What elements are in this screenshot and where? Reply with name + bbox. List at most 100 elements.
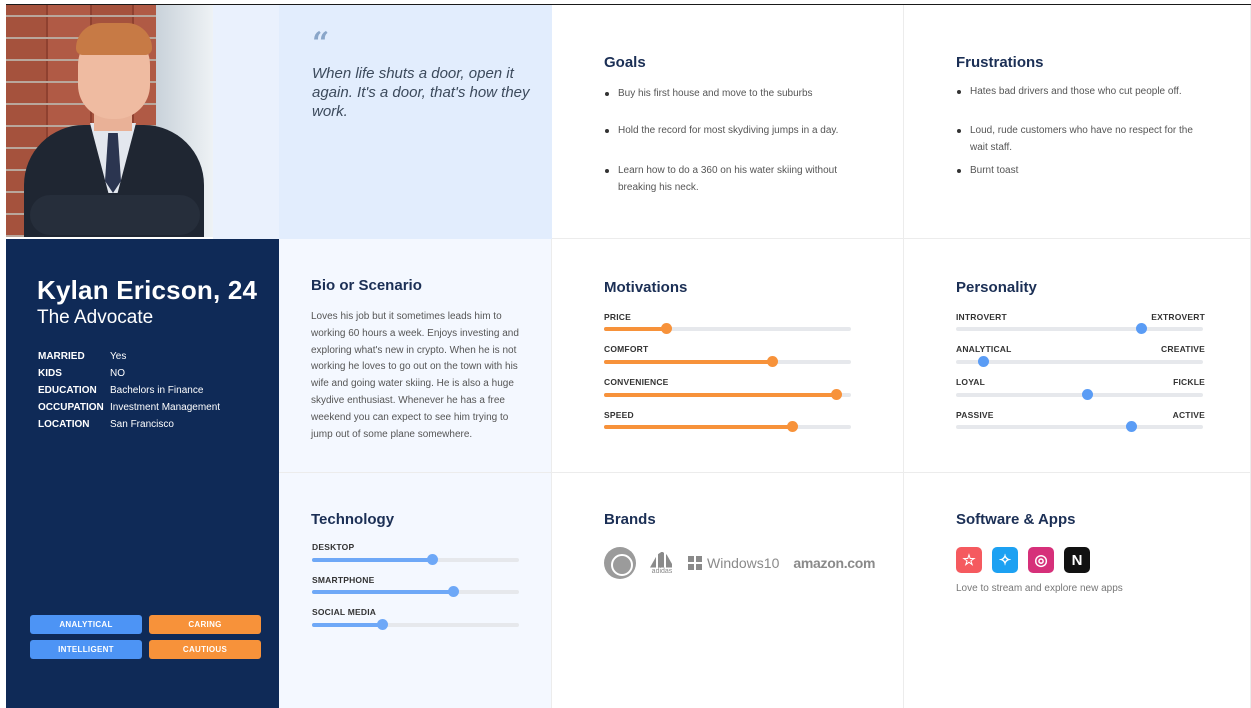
goal-item: Buy his first house and move to the subu…	[604, 85, 864, 122]
slider-knob[interactable]	[766, 356, 778, 367]
motivation-label: PRICE	[604, 312, 631, 322]
frustration-item: Loud, rude customers who have no respect…	[956, 122, 1211, 162]
slider-knob[interactable]	[660, 323, 672, 334]
trait-left-label: ANALYTICAL	[956, 344, 1012, 354]
windows-wordmark: Windows10	[707, 555, 780, 571]
slider-fill	[312, 623, 383, 627]
slider-fill	[604, 327, 666, 331]
trait-tag: CARING	[149, 615, 261, 634]
motivation-slider[interactable]	[604, 421, 851, 432]
motivation-slider[interactable]	[604, 323, 851, 334]
motivations-section: Motivations PRICE COMFORT CONVENIENCE SP…	[552, 239, 904, 473]
fact-value: San Francisco	[110, 419, 174, 430]
fact-key: EDUCATION	[38, 385, 97, 396]
persona-board: “ When life shuts a door, open it again.…	[6, 4, 1251, 708]
technology-section: Technology DESKTOP SMARTPHONE SOCIAL MED…	[279, 473, 552, 708]
personality-slider[interactable]	[956, 323, 1203, 334]
quote-mark-icon: “	[312, 26, 330, 61]
netflix-icon[interactable]: N	[1064, 547, 1090, 573]
goals-list: Buy his first house and move to the subu…	[604, 85, 864, 196]
technology-slider[interactable]	[312, 554, 519, 565]
apps-note: Love to stream and explore new apps	[956, 583, 1123, 594]
personality-title: Personality	[956, 279, 1037, 296]
windows-icon	[688, 556, 702, 570]
slider-knob[interactable]	[1136, 323, 1148, 334]
personality-slider[interactable]	[956, 421, 1203, 432]
slider-knob[interactable]	[377, 619, 389, 630]
slider-knob[interactable]	[447, 586, 459, 597]
app-icons: ☆ ✧ ◎ N	[956, 547, 1090, 573]
persona-photo	[6, 5, 213, 237]
slider-knob[interactable]	[786, 421, 798, 432]
trait-tag: INTELLIGENT	[30, 640, 142, 659]
fact-row: KIDS NO	[38, 368, 220, 385]
persona-name: Kylan Ericson, 24	[37, 275, 258, 305]
brands-title: Brands	[604, 511, 656, 528]
bio-section: Bio or Scenario Loves his job but it som…	[279, 239, 552, 473]
instagram-icon[interactable]: ◎	[1028, 547, 1054, 573]
fact-row: LOCATION San Francisco	[38, 419, 220, 436]
fact-key: KIDS	[38, 368, 62, 379]
technology-label: SMARTPHONE	[312, 575, 375, 585]
starbucks-logo	[604, 547, 636, 579]
trait-right-label: CREATIVE	[1161, 344, 1205, 354]
technology-title: Technology	[311, 511, 395, 528]
fact-value: Investment Management	[110, 402, 221, 413]
persona-quote: When life shuts a door, open it again. I…	[312, 65, 530, 120]
bio-text: Loves his job but it sometimes leads him…	[311, 311, 519, 440]
fact-value: Yes	[110, 351, 127, 362]
amazon-logo: amazon.com	[793, 555, 876, 571]
slider-fill	[604, 393, 837, 397]
slider-knob[interactable]	[978, 356, 990, 367]
frustrations-section: Frustrations Hates bad drivers and those…	[904, 5, 1251, 239]
personality-slider[interactable]	[956, 356, 1203, 367]
slider-fill	[604, 425, 792, 429]
apps-title: Software & Apps	[956, 511, 1076, 528]
frustrations-title: Frustrations	[956, 54, 1044, 71]
persona-facts: MARRIED Yes KIDS NO EDUCATION Bachelors in …	[38, 351, 220, 436]
slider-knob[interactable]	[1081, 389, 1093, 400]
trait-left-label: PASSIVE	[956, 410, 994, 420]
fact-row: MARRIED Yes	[38, 351, 220, 368]
motivation-slider[interactable]	[604, 356, 851, 367]
fact-key: LOCATION	[38, 419, 90, 430]
slider-knob[interactable]	[427, 554, 439, 565]
adidas-wordmark: adidas	[651, 567, 673, 575]
fact-row: EDUCATION Bachelors in Finance	[38, 385, 220, 402]
technology-slider[interactable]	[312, 619, 519, 630]
goals-title: Goals	[604, 54, 646, 71]
twitter-icon[interactable]: ✧	[992, 547, 1018, 573]
fact-value: Bachelors in Finance	[110, 385, 204, 396]
apps-section: Software & Apps ☆ ✧ ◎ N Love to stream a…	[904, 473, 1251, 708]
goal-item: Hold the record for most skydiving jumps…	[604, 122, 864, 162]
adidas-logo: adidas	[650, 551, 674, 575]
trait-left-label: LOYAL	[956, 377, 986, 387]
technology-label: SOCIAL MEDIA	[312, 607, 377, 617]
brands-section: Brands adidas Windows10 amazon.com	[552, 473, 904, 708]
fact-key: MARRIED	[38, 351, 85, 362]
slider-knob[interactable]	[1126, 421, 1138, 432]
slider-fill	[312, 558, 433, 562]
motivation-label: COMFORT	[604, 344, 649, 354]
motivation-slider[interactable]	[604, 389, 851, 400]
trait-tag: ANALYTICAL	[30, 615, 142, 634]
frustration-item: Hates bad drivers and those who cut peop…	[956, 83, 1211, 122]
slider-knob[interactable]	[831, 389, 843, 400]
personality-slider[interactable]	[956, 389, 1203, 400]
brand-logos: adidas Windows10 amazon.com	[604, 547, 875, 579]
motivation-label: SPEED	[604, 410, 634, 420]
quote-panel: “ When life shuts a door, open it again.…	[213, 5, 552, 239]
airbnb-icon[interactable]: ☆	[956, 547, 982, 573]
technology-label: DESKTOP	[312, 542, 355, 552]
personality-section: Personality INTROVERT EXTROVERT ANALYTIC…	[904, 239, 1251, 473]
slider-fill	[604, 360, 772, 364]
motivations-title: Motivations	[604, 279, 688, 296]
trait-tag: CAUTIOUS	[149, 640, 261, 659]
fact-value: NO	[110, 368, 125, 379]
profile-panel: Kylan Ericson, 24 The Advocate MARRIED Ye…	[6, 239, 279, 708]
persona-role: The Advocate	[37, 307, 154, 328]
goals-section: Goals Buy his first house and move to th…	[552, 5, 904, 239]
trait-right-label: FICKLE	[1173, 377, 1205, 387]
technology-slider[interactable]	[312, 586, 519, 597]
fact-row: OCCUPATION Investment Management	[38, 402, 220, 419]
